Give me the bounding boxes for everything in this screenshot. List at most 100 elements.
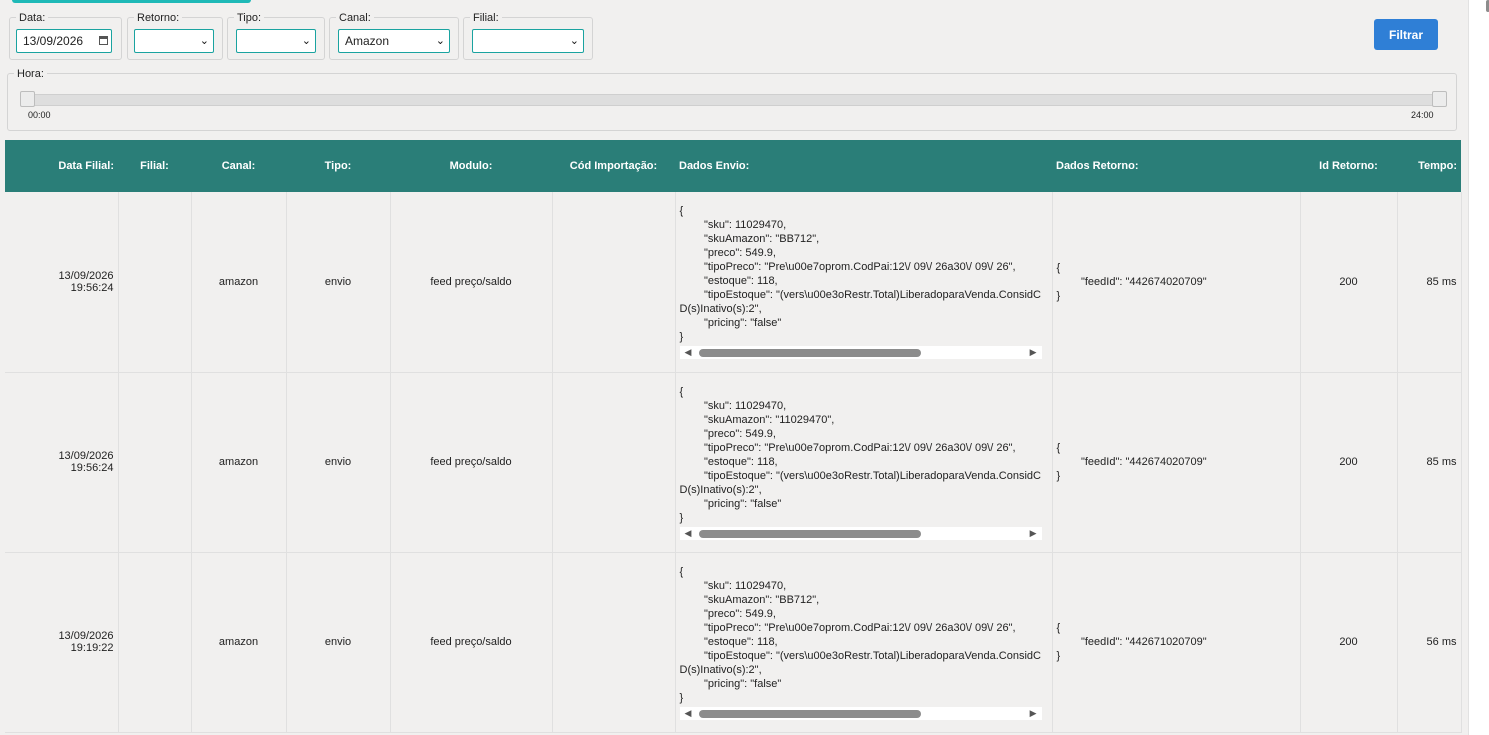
triangle-right-icon[interactable]: ▶: [1030, 707, 1037, 720]
cell-data-filial: 13/09/2026 19:56:24: [5, 372, 119, 553]
cell-filial: [118, 372, 192, 553]
hora-min-label: 00:00: [28, 110, 51, 120]
scrollbar-thumb[interactable]: [698, 349, 921, 358]
chevron-down-icon: ⌄: [301, 35, 311, 47]
triangle-right-icon[interactable]: ▶: [1030, 346, 1037, 359]
retorno-json: { "feedId": "442674020709" }: [1056, 442, 1207, 482]
date-input[interactable]: 13/09/2026: [16, 29, 112, 53]
hora-slider-end-handle[interactable]: [1432, 91, 1447, 107]
cell-tipo: envio: [286, 192, 391, 373]
cell-dados-envio: { "sku": 11029470, "skuAmazon": "BB712",…: [675, 192, 1053, 373]
triangle-left-icon[interactable]: ◀: [685, 707, 692, 720]
filter-canal-label: Canal:: [336, 12, 374, 24]
active-tab-indicator: [12, 0, 251, 3]
cell-id-retorno: 200: [1300, 192, 1398, 373]
cell-data-filial: 13/09/2026 19:56:24: [5, 192, 119, 373]
retorno-select[interactable]: ⌄: [134, 29, 214, 53]
cell-cod-importacao: [552, 372, 676, 553]
cell-filial: [118, 552, 192, 733]
scrollbar-thumb[interactable]: [698, 709, 921, 718]
filter-canal-group: Canal: Amazon ⌄: [329, 12, 459, 60]
cell-dados-envio: { "sku": 11029470, "skuAmazon": "BB712",…: [675, 552, 1053, 733]
table-header-row: Data Filial: Filial: Canal: Tipo: Modulo…: [5, 140, 1461, 192]
hora-label: Hora:: [14, 68, 47, 80]
cell-time: 19:56:24: [70, 281, 114, 294]
cell-date: 13/09/2026: [58, 269, 114, 282]
cell-dados-retorno: { "feedId": "442671020709" }: [1052, 552, 1301, 733]
table-row[interactable]: 13/09/2026 19:56:24 amazon envio feed pre…: [5, 192, 1462, 373]
cell-time: 19:56:24: [70, 462, 114, 474]
envio-json: { "sku": 11029470, "skuAmazon": "BB712",…: [679, 205, 1041, 344]
envio-json: { "sku": 11029470, "skuAmazon": "BB712",…: [679, 565, 1041, 704]
triangle-right-icon[interactable]: ▶: [1030, 527, 1037, 540]
hora-slider-track[interactable]: [21, 94, 1447, 106]
cell-canal: amazon: [191, 192, 287, 373]
col-header-filial[interactable]: Filial:: [118, 140, 191, 192]
triangle-left-icon[interactable]: ◀: [685, 346, 692, 359]
table-row[interactable]: 13/09/2026 19:19:22 amazon envio feed pre…: [5, 552, 1462, 733]
cell-tempo: 56 ms: [1397, 552, 1462, 733]
col-header-dados-retorno[interactable]: Dados Retorno:: [1052, 140, 1300, 192]
chevron-down-icon: ⌄: [569, 35, 579, 47]
filter-data-label: Data:: [16, 12, 49, 24]
page-vertical-scrollbar[interactable]: [1468, 0, 1489, 735]
cell-dados-retorno: { "feedId": "442674020709" }: [1052, 192, 1301, 373]
chevron-down-icon: ⌄: [199, 35, 209, 47]
cell-time: 19:19:22: [70, 642, 114, 654]
canal-select[interactable]: Amazon ⌄: [338, 29, 450, 53]
cell-dados-envio: { "sku": 11029470, "skuAmazon": "1102947…: [675, 372, 1053, 553]
canal-select-value: Amazon: [345, 34, 390, 48]
filtrar-button[interactable]: Filtrar: [1374, 19, 1438, 50]
col-header-data-filial[interactable]: Data Filial:: [5, 140, 118, 192]
col-header-id-retorno[interactable]: Id Retorno:: [1300, 140, 1397, 192]
cell-id-retorno: 200: [1300, 552, 1398, 733]
cell-date: 13/09/2026: [58, 450, 114, 462]
filter-data-group: Data: 13/09/2026: [9, 12, 122, 60]
hora-slider-start-handle[interactable]: [20, 91, 35, 107]
calendar-icon[interactable]: [99, 36, 108, 45]
cell-tipo: envio: [286, 372, 391, 553]
col-header-tipo[interactable]: Tipo:: [286, 140, 390, 192]
cell-modulo: feed preço/saldo: [390, 552, 553, 733]
col-header-dados-envio[interactable]: Dados Envio:: [675, 140, 1052, 192]
cell-canal: amazon: [191, 552, 287, 733]
chevron-down-icon: ⌄: [435, 35, 445, 47]
cell-cod-importacao: [552, 192, 676, 373]
filial-select[interactable]: ⌄: [472, 29, 584, 53]
col-header-canal[interactable]: Canal:: [191, 140, 286, 192]
table-row[interactable]: 13/09/2026 19:56:24 amazon envio feed pre…: [5, 372, 1462, 553]
cell-canal: amazon: [191, 372, 287, 553]
envio-horizontal-scrollbar[interactable]: ◀ ▶: [679, 346, 1042, 360]
envio-horizontal-scrollbar[interactable]: ◀ ▶: [679, 526, 1042, 540]
retorno-json: { "feedId": "442671020709" }: [1056, 622, 1207, 662]
cell-dados-retorno: { "feedId": "442674020709" }: [1052, 372, 1301, 553]
retorno-json: { "feedId": "442674020709" }: [1056, 261, 1207, 302]
date-input-value: 13/09/2026: [23, 34, 84, 48]
hora-max-label: 24:00: [1411, 110, 1434, 120]
triangle-left-icon[interactable]: ◀: [685, 527, 692, 540]
col-header-modulo[interactable]: Modulo:: [390, 140, 552, 192]
cell-tempo: 85 ms: [1397, 372, 1462, 553]
cell-id-retorno: 200: [1300, 372, 1398, 553]
filter-retorno-label: Retorno:: [134, 12, 183, 24]
cell-modulo: feed preço/saldo: [390, 192, 553, 373]
cell-tempo: 85 ms: [1397, 192, 1462, 373]
filter-retorno-group: Retorno: ⌄: [127, 12, 223, 60]
filter-filial-label: Filial:: [470, 12, 502, 24]
cell-filial: [118, 192, 192, 373]
envio-json: { "sku": 11029470, "skuAmazon": "1102947…: [679, 385, 1041, 524]
filter-filial-group: Filial: ⌄: [463, 12, 593, 60]
cell-modulo: feed preço/saldo: [390, 372, 553, 553]
filter-tipo-group: Tipo: ⌄: [227, 12, 325, 60]
log-table: Data Filial: Filial: Canal: Tipo: Modulo…: [5, 140, 1462, 733]
scrollbar-thumb[interactable]: [698, 529, 921, 538]
col-header-cod-importacao[interactable]: Cód Importação:: [552, 140, 675, 192]
filter-tipo-label: Tipo:: [234, 12, 265, 24]
col-header-tempo[interactable]: Tempo:: [1397, 140, 1461, 192]
cell-tipo: envio: [286, 552, 391, 733]
hora-range-group: Hora: 00:00 24:00: [7, 68, 1457, 131]
envio-horizontal-scrollbar[interactable]: ◀ ▶: [679, 706, 1042, 720]
tipo-select[interactable]: ⌄: [236, 29, 316, 53]
cell-cod-importacao: [552, 552, 676, 733]
cell-data-filial: 13/09/2026 19:19:22: [5, 552, 119, 733]
